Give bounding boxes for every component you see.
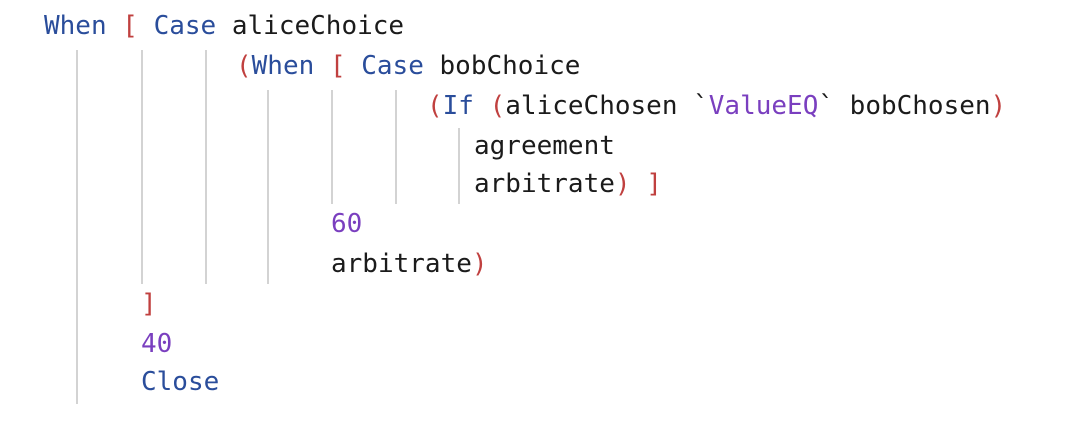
code-line: When [ Case aliceChoice bbox=[44, 6, 404, 46]
identifier-token: bobChoice bbox=[423, 51, 581, 81]
operator-token: ValueEQ bbox=[708, 91, 819, 121]
identifier-token bbox=[314, 51, 330, 81]
bracket-token: ] bbox=[646, 169, 662, 199]
identifier-token bbox=[474, 91, 490, 121]
code-line: (If (aliceChosen `ValueEQ` bobChosen) bbox=[427, 86, 1006, 126]
code-line: (When [ Case bobChoice bbox=[236, 46, 580, 86]
bracket-token: ( bbox=[236, 51, 252, 81]
bracket-token: ( bbox=[489, 91, 506, 121]
indent-guide bbox=[331, 90, 333, 204]
keyword-token: Case bbox=[361, 51, 424, 81]
indent-guide bbox=[395, 90, 397, 204]
identifier-token: arbitrate bbox=[474, 169, 615, 199]
bracket-token: ] bbox=[141, 289, 157, 319]
keyword-token: When bbox=[251, 51, 315, 81]
bracket-token: [ bbox=[329, 51, 346, 81]
indent-guide bbox=[141, 50, 143, 284]
keyword-token: When bbox=[44, 11, 107, 41]
identifier-token bbox=[631, 169, 647, 199]
number-token: 40 bbox=[141, 329, 173, 359]
bracket-token: [ bbox=[122, 11, 138, 41]
identifier-token: arbitrate bbox=[331, 249, 472, 279]
identifier-token bbox=[138, 11, 154, 41]
code-editor[interactable]: When [ Case aliceChoice (When [ Case bob… bbox=[0, 0, 1086, 442]
code-line: Close bbox=[141, 362, 219, 402]
indent-guide bbox=[76, 50, 78, 404]
indent-guide bbox=[267, 90, 269, 284]
keyword-token: If bbox=[442, 91, 474, 121]
bracket-token: ) bbox=[614, 169, 631, 199]
identifier-token: agreement bbox=[474, 131, 615, 161]
keyword-token: Case bbox=[153, 11, 217, 41]
code-line: arbitrate) ] bbox=[474, 164, 662, 204]
bracket-token: ) bbox=[990, 91, 1007, 121]
identifier-token: ` bobChosen bbox=[818, 91, 991, 121]
code-line: ] bbox=[141, 284, 157, 324]
indent-guide bbox=[458, 128, 460, 204]
bracket-token: ) bbox=[471, 249, 488, 279]
code-line: 60 bbox=[331, 204, 362, 244]
code-line: 40 bbox=[141, 324, 172, 364]
keyword-token: Close bbox=[141, 367, 220, 397]
identifier-token: aliceChosen ` bbox=[505, 91, 709, 121]
number-token: 60 bbox=[331, 209, 363, 239]
identifier-token bbox=[346, 51, 362, 81]
identifier-token: aliceChoice bbox=[216, 11, 405, 41]
bracket-token: ( bbox=[427, 91, 443, 121]
indent-guide bbox=[205, 50, 207, 284]
code-line: arbitrate) bbox=[331, 244, 488, 284]
identifier-token bbox=[107, 11, 123, 41]
code-line: agreement bbox=[474, 126, 615, 166]
